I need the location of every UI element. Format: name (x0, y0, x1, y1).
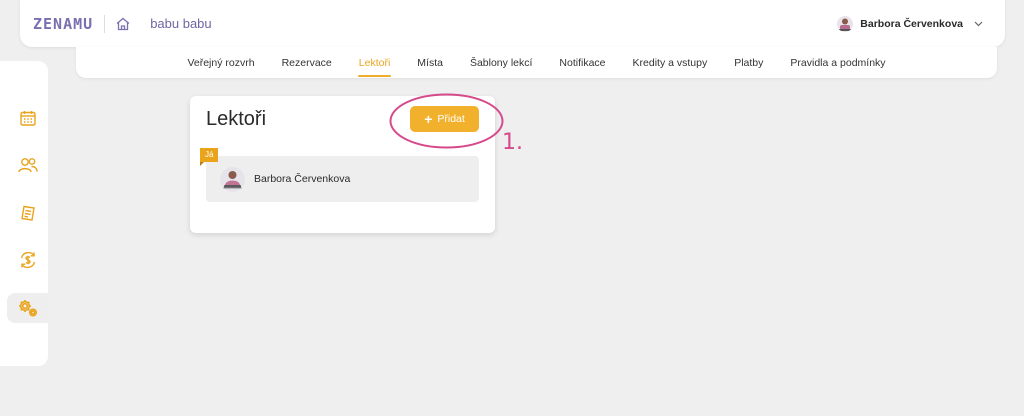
nav-lectors[interactable]: Lektoři (345, 47, 404, 78)
studio-name[interactable]: babu babu (150, 16, 211, 31)
me-badge: Já (200, 148, 219, 166)
sidebar-item-calendar[interactable] (8, 103, 48, 133)
settings-nav: Veřejný rozvrh Rezervace Lektoři Místa Š… (76, 47, 997, 78)
nav-lesson-templates[interactable]: Šablony lekcí (456, 47, 545, 78)
nav-terms[interactable]: Pravidla a podmínky (777, 47, 899, 78)
sidebar-item-payments[interactable] (8, 245, 48, 275)
lectors-card: Lektoři + Přidat Já Barbora Červenkova (190, 96, 495, 233)
user-name: Barbora Červenkova (860, 17, 963, 30)
calendar-icon (20, 111, 36, 126)
page-title: Lektoři (206, 108, 267, 130)
lector-list-item[interactable]: Barbora Červenkova (206, 156, 479, 202)
nav-payments[interactable]: Platby (721, 47, 777, 78)
settings-icon (18, 300, 37, 317)
home-icon[interactable] (115, 16, 131, 32)
app-logo[interactable]: ZENAMU (33, 15, 93, 33)
sidebar-item-documents[interactable] (8, 198, 48, 228)
nav-notifications[interactable]: Notifikace (546, 47, 619, 78)
lector-name: Barbora Červenkova (254, 173, 351, 185)
nav-reservations[interactable]: Rezervace (268, 47, 345, 78)
documents-icon (21, 205, 35, 221)
nav-public-schedule[interactable]: Veřejný rozvrh (174, 47, 268, 78)
users-icon (18, 158, 38, 173)
sidebar-item-settings[interactable] (7, 293, 48, 323)
top-header: ZENAMU babu babu Barbora Červenkova (20, 0, 1005, 47)
payments-icon (20, 251, 36, 269)
chevron-down-icon[interactable] (973, 19, 983, 29)
user-menu[interactable]: Barbora Červenkova (837, 15, 983, 32)
plus-icon: + (424, 111, 433, 127)
user-avatar (837, 15, 854, 32)
add-lector-button[interactable]: + Přidat (410, 106, 479, 132)
sidebar-item-users[interactable] (8, 150, 48, 180)
lector-avatar (220, 166, 245, 192)
add-button-label: Přidat (437, 113, 465, 125)
header-divider (104, 14, 106, 33)
sidebar (0, 61, 48, 366)
annotation-label: 1. (502, 130, 523, 155)
nav-credits[interactable]: Kredity a vstupy (619, 47, 721, 78)
nav-places[interactable]: Místa (404, 47, 457, 78)
